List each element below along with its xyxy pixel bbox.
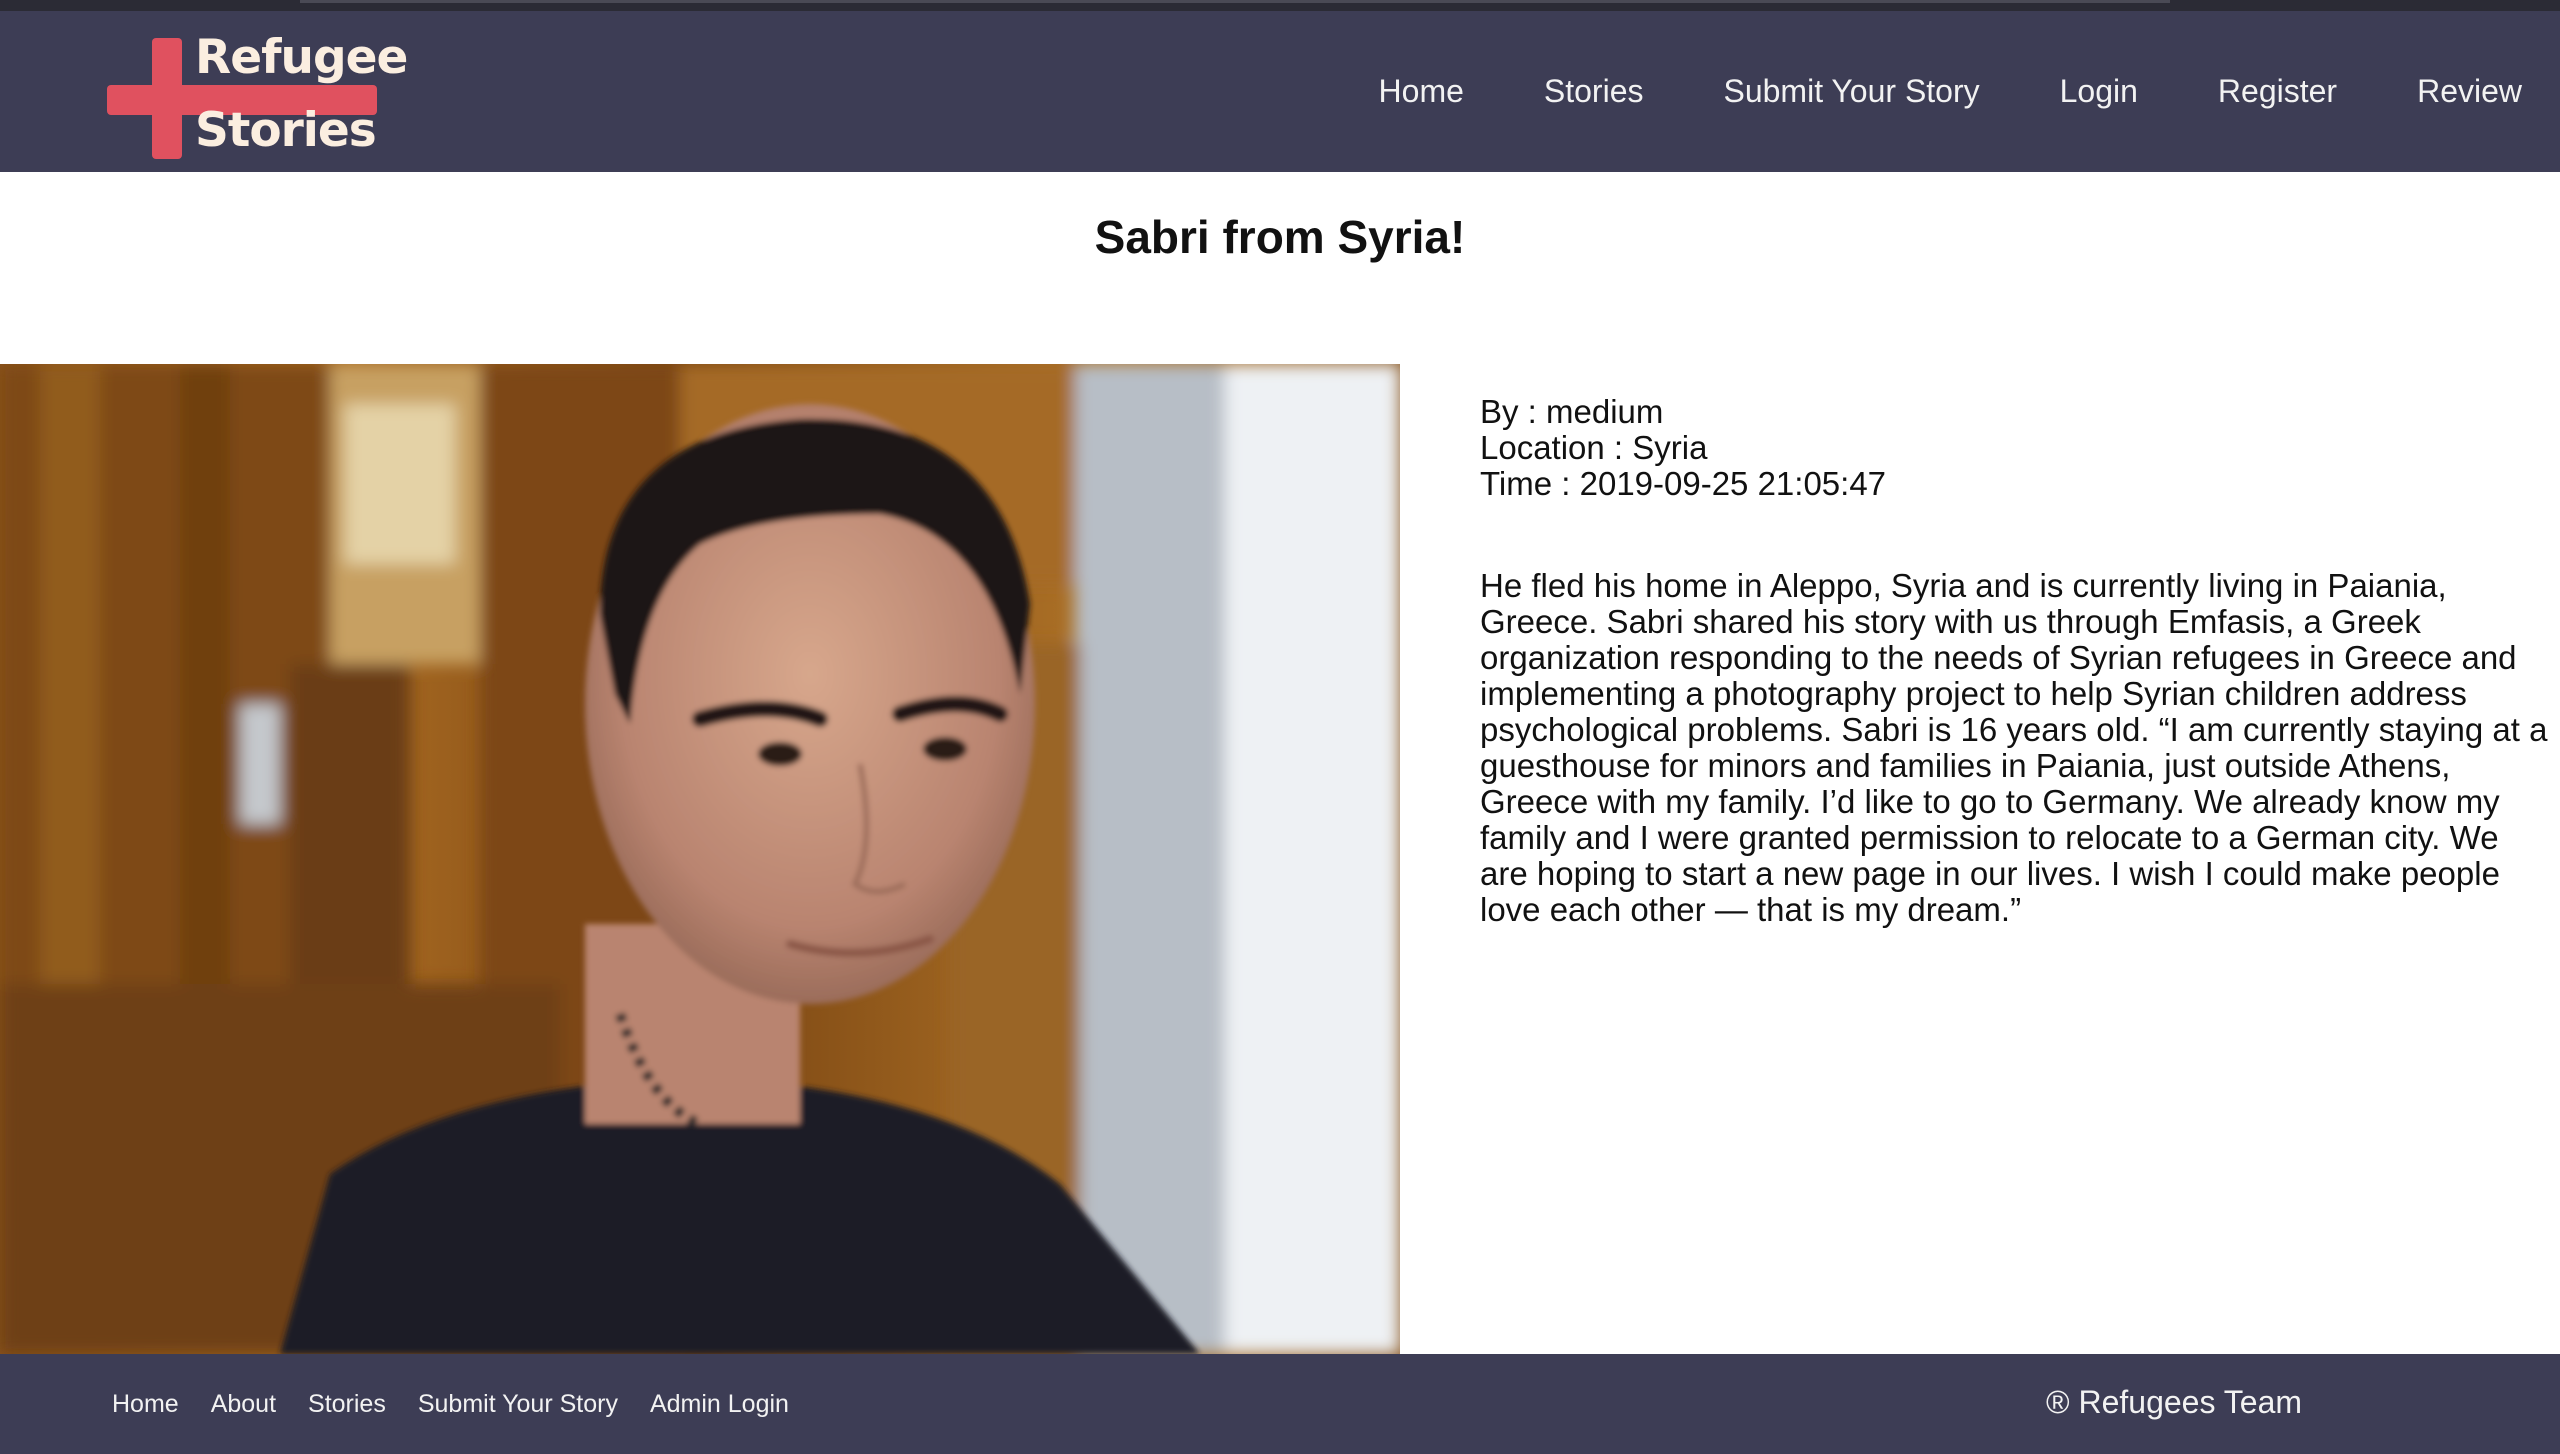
footer-link-stories[interactable]: Stories xyxy=(308,1390,386,1419)
nav-link-home[interactable]: Home xyxy=(1379,73,1464,110)
footer-link-about[interactable]: About xyxy=(211,1390,276,1419)
nav-link-register[interactable]: Register xyxy=(2218,73,2337,110)
story-body: He fled his home in Aleppo, Syria and is… xyxy=(1480,567,2548,928)
footer-link-submit-story[interactable]: Submit Your Story xyxy=(418,1390,618,1419)
copyright-text: ® Refugees Team xyxy=(2046,1384,2303,1420)
story-author: By : medium xyxy=(1480,393,1664,430)
nav-link-review[interactable]: Review xyxy=(2417,73,2522,110)
story-title: Sabri from Syria! xyxy=(1094,211,1466,263)
nav-link-submit-story[interactable]: Submit Your Story xyxy=(1723,73,1979,110)
logo-word-2: Stories xyxy=(195,103,377,158)
footer-link-admin-login[interactable]: Admin Login xyxy=(650,1390,789,1419)
main-nav: Home Stories Submit Your Story Login Reg… xyxy=(1379,11,2522,172)
footer: Home About Stories Submit Your Story Adm… xyxy=(0,1354,2560,1454)
portrait-image xyxy=(0,364,1400,1354)
nav-link-login[interactable]: Login xyxy=(2060,73,2138,110)
story-photo xyxy=(0,364,1400,1354)
browser-highlight xyxy=(300,0,2170,3)
footer-link-home[interactable]: Home xyxy=(112,1390,179,1419)
footer-nav: Home About Stories Submit Your Story Adm… xyxy=(112,1342,789,1454)
logo-word-1: Refugee xyxy=(195,30,408,85)
browser-top-strip xyxy=(0,0,2560,11)
nav-link-stories[interactable]: Stories xyxy=(1544,73,1644,110)
story-meta: By : medium Location : Syria Time : 2019… xyxy=(1480,394,1886,502)
story-time: Time : 2019-09-25 21:05:47 xyxy=(1480,465,1887,502)
navbar: Refugee Stories Home Stories Submit Your… xyxy=(0,11,2560,172)
story-location: Location : Syria xyxy=(1480,429,1708,466)
site-logo[interactable]: Refugee Stories xyxy=(105,28,408,163)
